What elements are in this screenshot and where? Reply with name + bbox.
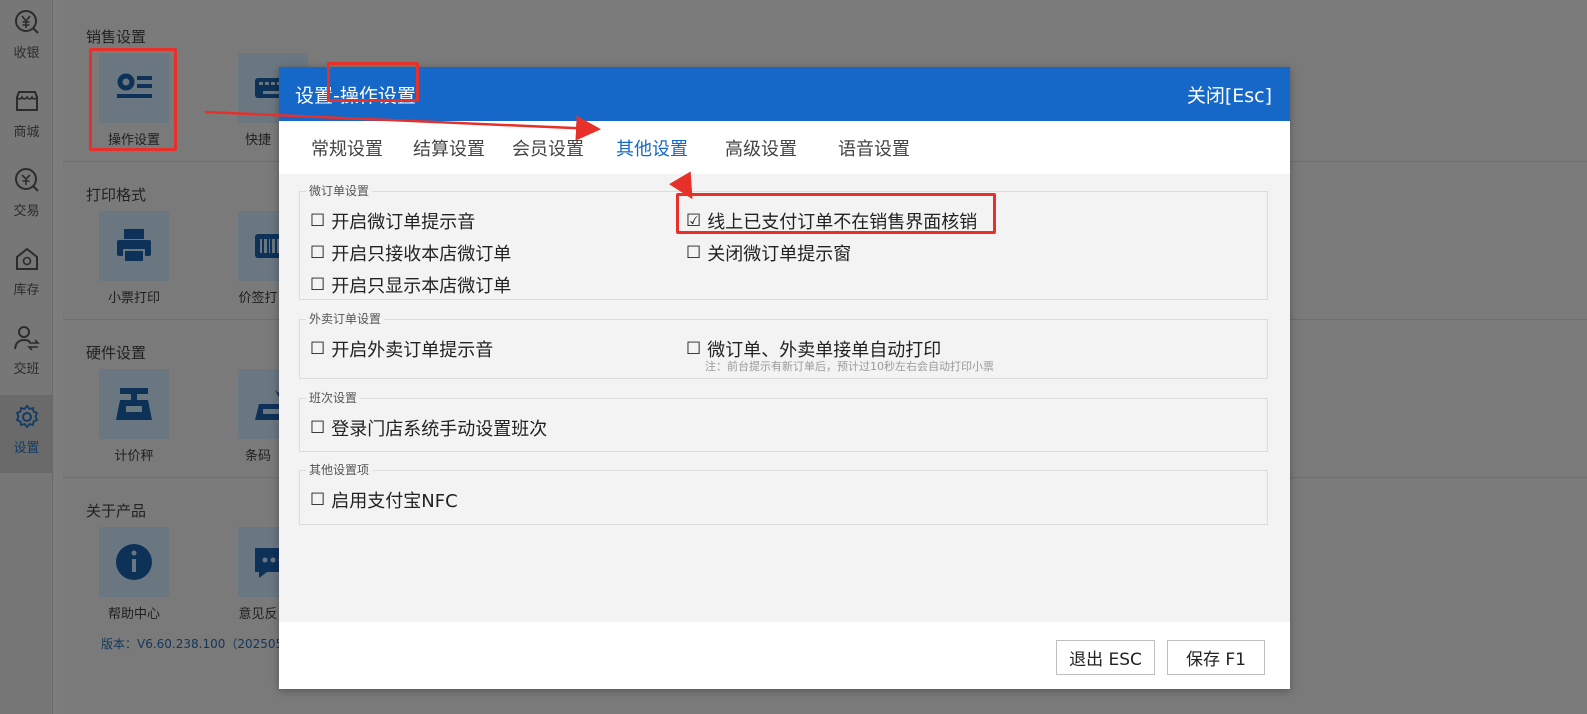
sidebar-item-inventory[interactable]: 库存 xyxy=(0,237,53,315)
option-label: 启用支付宝NFC xyxy=(331,491,458,512)
group-legend: 班次设置 xyxy=(306,391,361,405)
tile-scale[interactable] xyxy=(99,369,169,439)
exit-button[interactable]: 退出 ESC xyxy=(1056,640,1155,675)
option-label: 开启微订单提示音 xyxy=(331,212,476,233)
close-button[interactable]: 关闭[Esc] xyxy=(1187,81,1272,108)
sidebar-item-mall[interactable]: 商城 xyxy=(0,79,53,157)
tab-member[interactable]: 会员设置 xyxy=(512,135,584,161)
printer-icon xyxy=(117,229,151,263)
tile-label: 小票打印 xyxy=(107,291,160,306)
auto-print-note: 注：前台提示有新订单后，预计过10秒左右会自动打印小票 xyxy=(705,360,994,373)
sidebar-item-settings[interactable]: 设置 xyxy=(0,395,53,473)
store-icon xyxy=(15,91,38,111)
sidebar-item-transactions[interactable]: 交易 xyxy=(0,158,53,236)
option-label: 关闭微订单提示窗 xyxy=(707,244,852,265)
option-label: 开启只显示本店微订单 xyxy=(331,276,512,297)
highlight-box xyxy=(89,48,177,151)
checkbox-icon[interactable]: ☐ xyxy=(686,243,701,263)
shift-handover-icon xyxy=(13,326,40,351)
section-title-about: 关于产品 xyxy=(86,502,147,520)
sidebar-item-label: 设置 xyxy=(13,441,40,456)
tab-voice[interactable]: 语音设置 xyxy=(838,135,910,161)
option-takeaway-sound[interactable]: ☐ 开启外卖订单提示音 xyxy=(310,336,493,362)
checkbox-icon[interactable]: ☐ xyxy=(686,339,701,359)
dialog-body: 微订单设置 ☐ 开启微订单提示音 ☑ 线上已支付订单不在销售界面核销 ☐ 开启只接收本… xyxy=(279,174,1290,622)
group-legend: 其他设置项 xyxy=(306,463,373,477)
inventory-icon xyxy=(15,247,38,270)
group-other: 其他设置项 ☐ 启用支付宝NFC xyxy=(299,463,1268,525)
sidebar-item-label: 交班 xyxy=(13,362,40,377)
checkbox-icon[interactable]: ☐ xyxy=(310,490,325,510)
group-shift: 班次设置 ☐ 登录门店系统手动设置班次 xyxy=(299,391,1268,452)
info-icon xyxy=(116,544,152,580)
tab-advanced[interactable]: 高级设置 xyxy=(725,135,797,161)
tile-label: 计价秤 xyxy=(114,449,154,464)
version-text: 版本：V6.60.238.100（20250512 xyxy=(101,637,279,651)
tile-help-center[interactable] xyxy=(99,527,169,597)
tab-checkout[interactable]: 结算设置 xyxy=(413,135,485,161)
transaction-icon xyxy=(14,168,39,192)
tab-general[interactable]: 常规设置 xyxy=(311,135,383,161)
group-legend: 微订单设置 xyxy=(306,184,373,198)
option-close-order-popup[interactable]: ☐ 关闭微订单提示窗 xyxy=(686,240,851,266)
option-label: 开启外卖订单提示音 xyxy=(331,340,494,361)
checkbox-icon[interactable]: ☐ xyxy=(310,275,325,295)
checkbox-icon[interactable]: ☐ xyxy=(310,339,325,359)
tab-other[interactable]: 其他设置 xyxy=(616,135,688,161)
tile-receipt-print[interactable] xyxy=(99,211,169,281)
group-takeaway-order: 外卖订单设置 ☐ 开启外卖订单提示音 ☐ 微订单、外卖单接单自动打印 注：前台提示有… xyxy=(299,312,1268,379)
checkbox-icon[interactable]: ☐ xyxy=(310,211,325,231)
option-show-own-store-only[interactable]: ☐ 开启只显示本店微订单 xyxy=(310,272,511,298)
checkbox-icon[interactable]: ☐ xyxy=(310,243,325,263)
sidebar-item-label: 交易 xyxy=(13,204,40,219)
sidebar: 收银 商城 交易 库存 交班 设置 xyxy=(0,0,53,714)
option-manual-shift[interactable]: ☐ 登录门店系统手动设置班次 xyxy=(310,415,547,441)
option-label: 开启只接收本店微订单 xyxy=(331,244,512,265)
section-title-print: 打印格式 xyxy=(86,186,147,204)
highlight-box xyxy=(676,193,996,234)
save-button[interactable]: 保存 F1 xyxy=(1167,640,1265,675)
settings-dialog: 设置-操作设置 关闭[Esc] 常规设置 结算设置 会员设置 其他设置 高级设置… xyxy=(279,62,1290,689)
sidebar-item-cashier[interactable]: 收银 xyxy=(0,0,53,78)
sidebar-item-shift[interactable]: 交班 xyxy=(0,316,53,394)
section-title-sales: 销售设置 xyxy=(86,28,147,46)
yen-circle-icon xyxy=(14,10,39,34)
scale-icon xyxy=(116,388,152,420)
gear-icon xyxy=(15,404,38,429)
option-receive-own-store-only[interactable]: ☐ 开启只接收本店微订单 xyxy=(310,240,511,266)
group-legend: 外卖订单设置 xyxy=(306,312,385,326)
tile-label: 帮助中心 xyxy=(107,607,160,622)
option-alipay-nfc[interactable]: ☐ 启用支付宝NFC xyxy=(310,487,458,513)
sidebar-item-label: 库存 xyxy=(13,283,40,298)
dialog-footer: 退出 ESC 保存 F1 xyxy=(279,622,1290,689)
sidebar-item-label: 收银 xyxy=(13,46,40,61)
option-micro-order-sound[interactable]: ☐ 开启微订单提示音 xyxy=(310,208,475,234)
checkbox-icon[interactable]: ☐ xyxy=(310,418,325,438)
option-label: 登录门店系统手动设置班次 xyxy=(331,419,548,440)
highlight-box xyxy=(327,62,419,102)
sidebar-item-label: 商城 xyxy=(13,125,40,140)
tab-bar: 常规设置 结算设置 会员设置 其他设置 高级设置 语音设置 xyxy=(279,62,1290,174)
dialog-header: 设置-操作设置 关闭[Esc] xyxy=(279,67,1290,121)
section-title-hardware: 硬件设置 xyxy=(86,344,147,362)
